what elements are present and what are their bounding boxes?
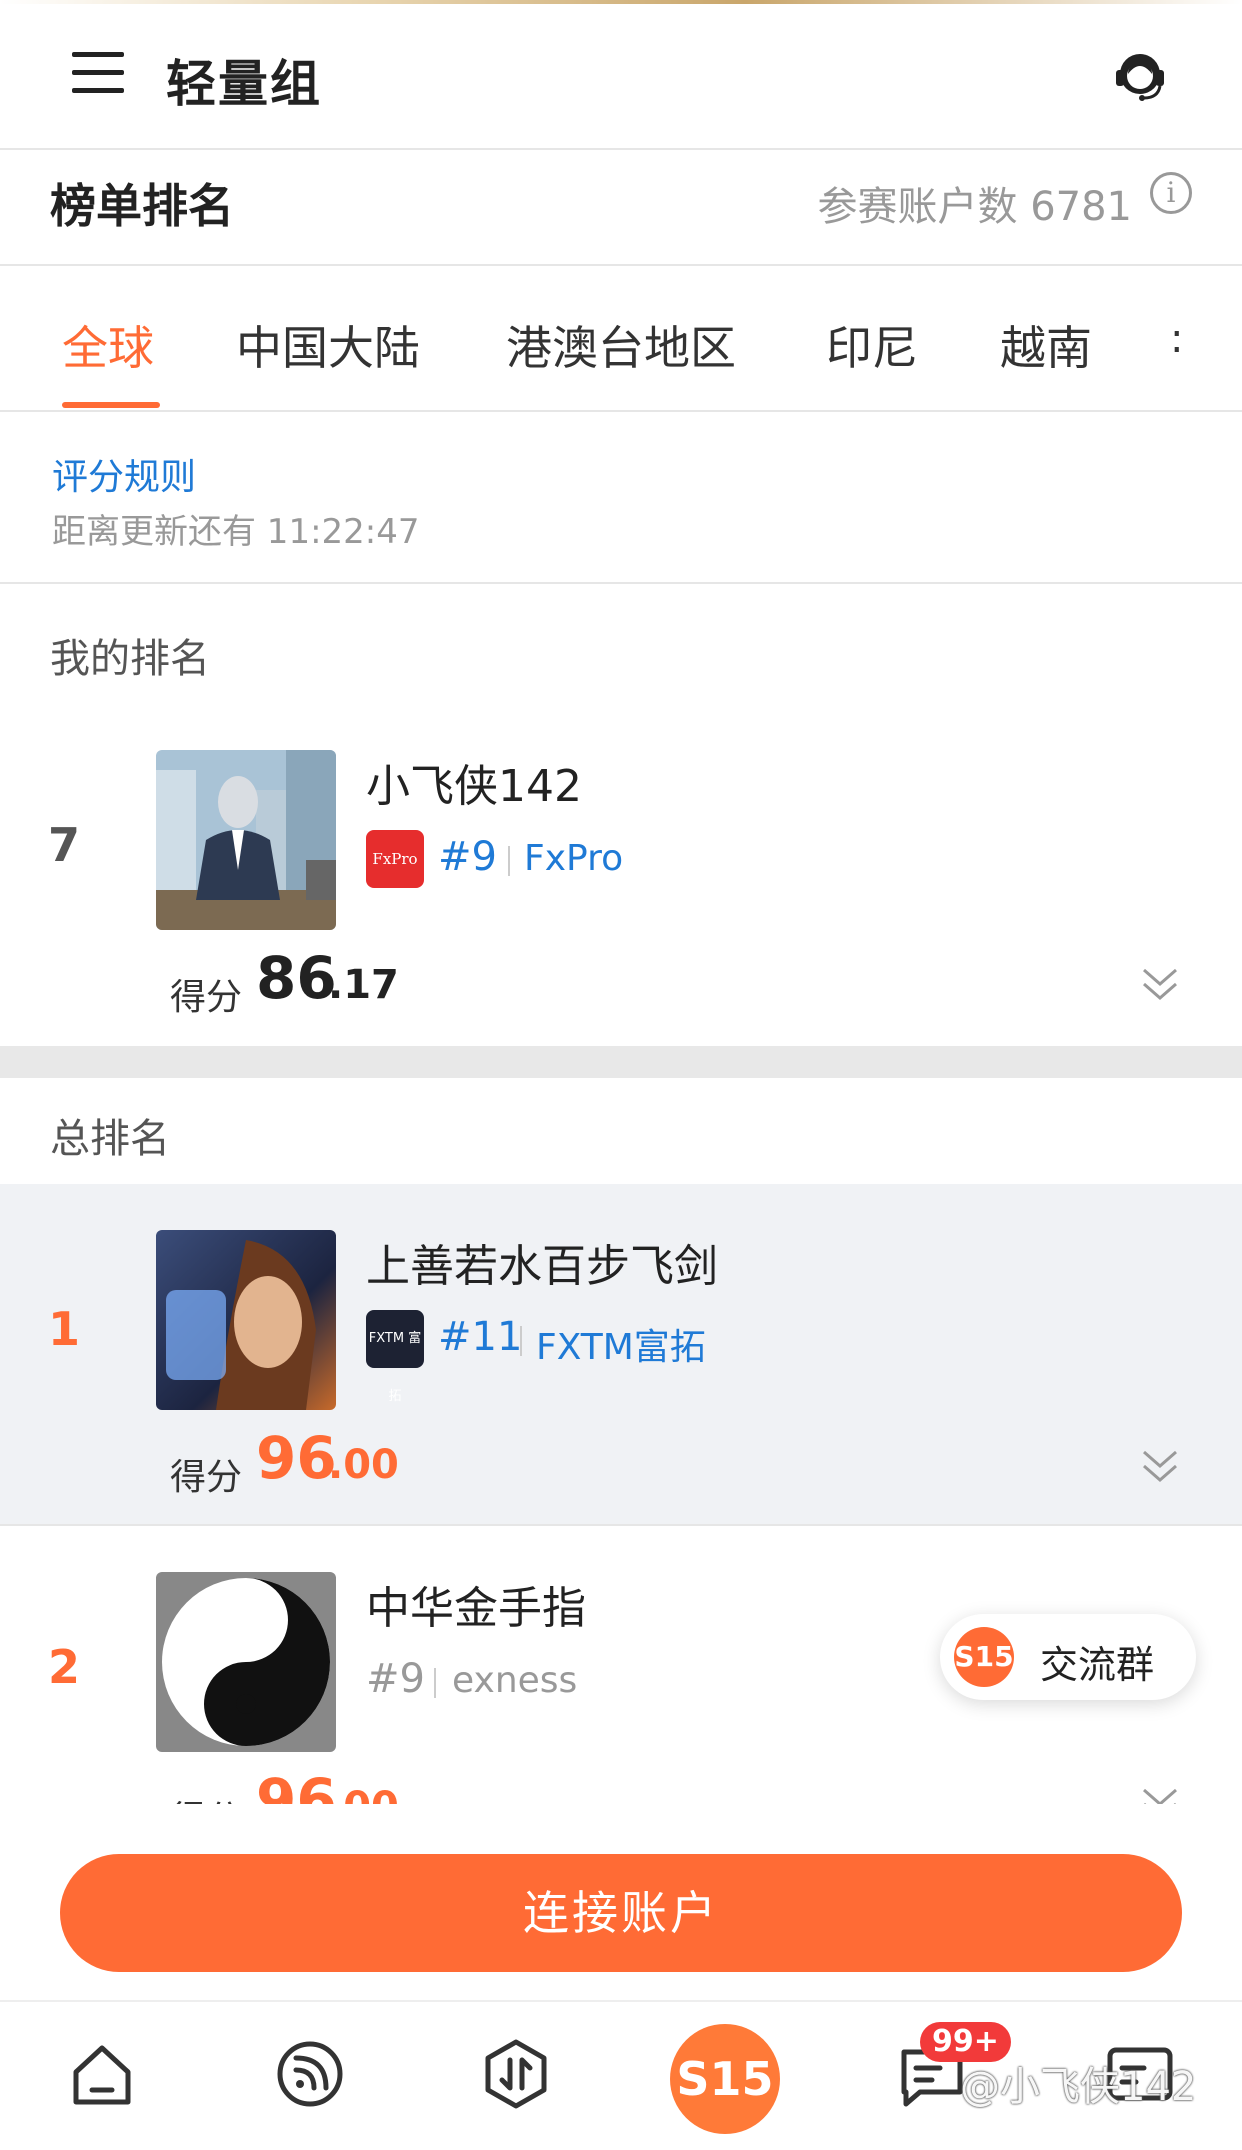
watermark: @小飞侠142 xyxy=(960,2064,1197,2110)
trade-icon[interactable] xyxy=(480,2038,552,2110)
rank-number: 7 xyxy=(48,818,81,872)
s15-logo-icon: S15 xyxy=(954,1627,1014,1687)
bottom-panel: 连接账户 S15 99+ @小飞侠142 xyxy=(0,1804,1242,2148)
broker-rank: #11 xyxy=(438,1314,523,1360)
rules-section: 评分规则 距离更新还有 11:22:47 xyxy=(0,412,1242,584)
avatar xyxy=(156,1572,336,1752)
section-divider xyxy=(0,1046,1242,1078)
tabs-more-indicator: : xyxy=(1170,316,1184,362)
home-icon[interactable] xyxy=(66,2038,138,2110)
customer-service-icon[interactable] xyxy=(1108,44,1172,108)
divider xyxy=(508,846,510,876)
update-countdown: 距离更新还有 11:22:47 xyxy=(52,512,420,552)
score-label: 得分 xyxy=(170,977,243,1018)
broker-logo-icon: FxPro xyxy=(366,830,424,888)
broker-name: FXTM富拓 xyxy=(536,1327,706,1368)
rank-number: 1 xyxy=(48,1302,81,1356)
rank-number: 2 xyxy=(48,1640,81,1694)
broker-rank: #9 xyxy=(366,1656,425,1702)
group-chat-button[interactable]: S15 交流群 xyxy=(940,1614,1196,1700)
ranking-title: 榜单排名 xyxy=(50,179,234,233)
score-label: 得分 xyxy=(170,1457,243,1498)
tab-hk-macau-taiwan[interactable]: 港澳台地区 xyxy=(506,312,736,378)
divider xyxy=(520,1326,522,1356)
score-integer: 96 xyxy=(256,1424,337,1492)
score-decimal: .00 xyxy=(328,1442,399,1488)
menu-icon[interactable] xyxy=(72,52,124,94)
score-decimal: .17 xyxy=(328,962,399,1008)
chevron-down-icon[interactable] xyxy=(1142,1444,1178,1484)
bottom-tab-bar: S15 99+ @小飞侠142 xyxy=(0,2000,1242,2150)
trader-name: 上善若水百步飞剑 xyxy=(366,1241,718,1292)
active-tab-indicator xyxy=(62,402,160,408)
ranking-row[interactable]: 1 上善若水百步飞剑 FXTM 富拓 #11 FXTM富拓 得分 96 .00 xyxy=(0,1184,1242,1526)
connect-account-button[interactable]: 连接账户 xyxy=(60,1854,1182,1972)
tab-global[interactable]: 全球 xyxy=(62,312,154,378)
divider xyxy=(434,1668,436,1698)
feed-icon[interactable] xyxy=(274,2038,346,2110)
tab-vietnam[interactable]: 越南 xyxy=(1000,312,1092,378)
region-tabs: 全球 中国大陆 港澳台地区 印尼 越南 : xyxy=(0,266,1242,412)
tab-mainland-china[interactable]: 中国大陆 xyxy=(236,312,420,378)
tab-indonesia[interactable]: 印尼 xyxy=(826,312,918,378)
trader-name: 小飞侠142 xyxy=(366,761,582,812)
broker-name: exness xyxy=(452,1660,578,1701)
app-header: 轻量组 xyxy=(0,4,1242,150)
my-rank-label: 我的排名 xyxy=(50,636,210,682)
overall-rank-label: 总排名 xyxy=(50,1116,170,1162)
score-integer: 86 xyxy=(256,944,337,1012)
broker-logo-icon: FXTM 富拓 xyxy=(366,1310,424,1404)
group-chat-label: 交流群 xyxy=(1040,1643,1155,1687)
avatar xyxy=(156,1230,336,1410)
info-icon[interactable]: i xyxy=(1150,172,1192,214)
ranking-header: 榜单排名 参赛账户数 6781 i xyxy=(0,150,1242,266)
trader-name: 中华金手指 xyxy=(366,1583,586,1634)
avatar xyxy=(156,750,336,930)
broker-name: FxPro xyxy=(524,838,624,879)
s15-home-tab[interactable]: S15 xyxy=(670,2024,780,2134)
chevron-down-icon[interactable] xyxy=(1142,962,1178,1002)
scoring-rules-link[interactable]: 评分规则 xyxy=(52,448,196,500)
broker-rank: #9 xyxy=(438,834,497,880)
participant-count: 参赛账户数 6781 xyxy=(817,184,1132,230)
my-rank-entry[interactable]: 7 小飞侠142 FxPro #9 FxPro 得分 86 .17 xyxy=(0,700,1242,1046)
page-title: 轻量组 xyxy=(166,55,322,113)
